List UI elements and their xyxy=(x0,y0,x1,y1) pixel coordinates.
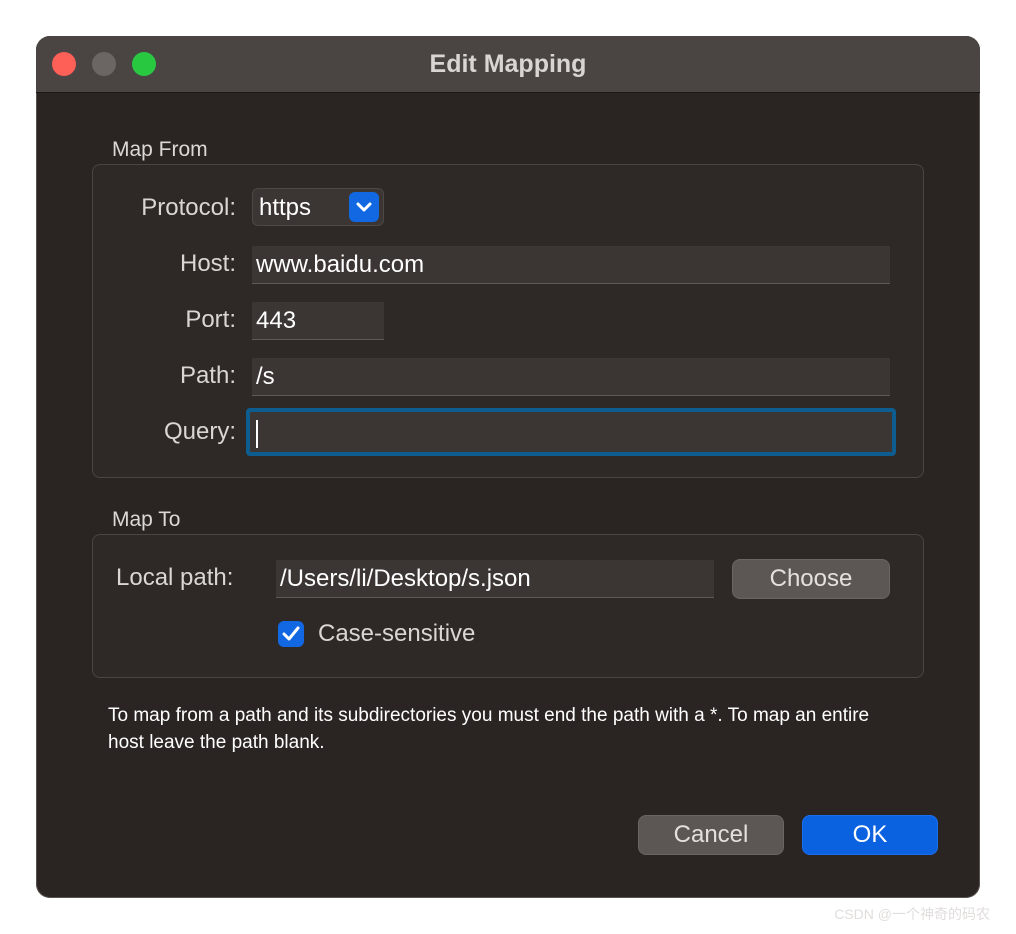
edit-mapping-window: Edit Mapping Map From Protocol: https Ho… xyxy=(36,36,980,898)
local-path-field[interactable]: /Users/li/Desktop/s.json xyxy=(276,560,714,598)
title-bar: Edit Mapping xyxy=(36,36,980,93)
chevron-down-icon xyxy=(349,192,379,222)
map-from-label: Map From xyxy=(112,138,208,161)
cancel-button[interactable]: Cancel xyxy=(638,815,784,855)
path-label: Path: xyxy=(179,362,236,389)
protocol-value: https xyxy=(259,194,312,221)
local-path-label: Local path: xyxy=(116,564,234,591)
text-cursor xyxy=(256,420,258,448)
query-field[interactable] xyxy=(246,408,896,456)
path-field[interactable]: /s xyxy=(252,358,890,396)
case-sensitive-label: Case-sensitive xyxy=(318,620,476,647)
host-field[interactable]: www.baidu.com xyxy=(252,246,890,284)
port-label: Port: xyxy=(185,306,236,333)
map-to-label: Map To xyxy=(112,508,181,531)
help-text: To map from a path and its subdirectorie… xyxy=(108,705,870,753)
map-to-group xyxy=(92,534,924,678)
window-title: Edit Mapping xyxy=(429,50,587,78)
watermark: CSDN @一个神奇的码农 xyxy=(834,906,990,922)
host-label: Host: xyxy=(179,250,236,277)
ok-button[interactable]: OK xyxy=(802,815,938,855)
query-label: Query: xyxy=(163,418,236,445)
checkmark-icon xyxy=(282,626,300,641)
choose-button[interactable]: Choose xyxy=(732,559,890,599)
port-field[interactable]: 443 xyxy=(252,302,384,340)
protocol-label: Protocol: xyxy=(141,194,236,221)
case-sensitive-checkbox[interactable] xyxy=(278,621,304,647)
protocol-select[interactable]: https xyxy=(252,188,384,226)
